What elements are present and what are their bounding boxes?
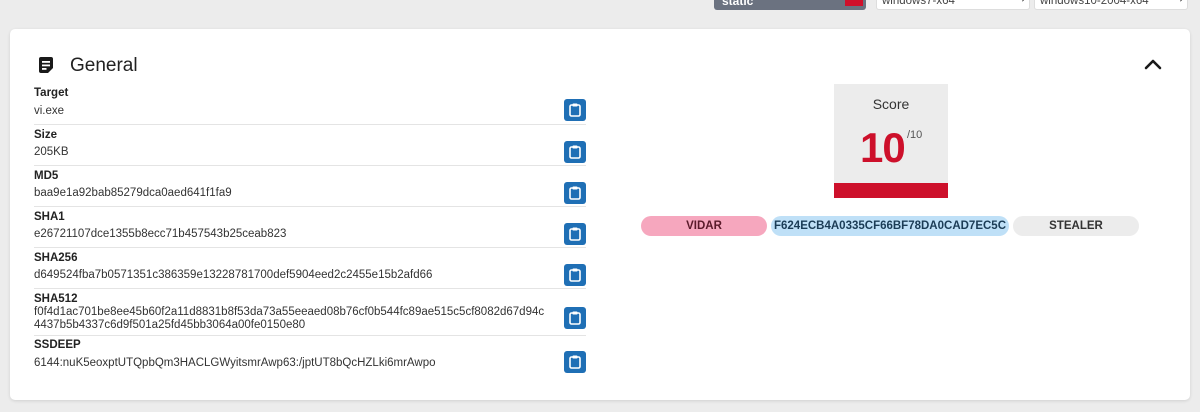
tab-vm1-icon: ⇆ xyxy=(1017,0,1025,6)
general-card: General Target vi.exe Size 205KB MD5 baa… xyxy=(10,29,1190,400)
score-panel: Score 10 /10 xyxy=(834,84,948,198)
field-value: d649524fba7b0571351c386359e13228781700de… xyxy=(34,269,433,281)
score-max: /10 xyxy=(907,129,923,141)
copy-button[interactable] xyxy=(564,264,586,286)
chevron-up-icon[interactable] xyxy=(1144,57,1162,71)
card-title: General xyxy=(70,55,138,76)
tab-vm2-icon: ⇆ xyxy=(1175,0,1183,6)
tag-family-vidar[interactable]: VIDAR xyxy=(641,216,767,236)
field-ssdeep: SSDEEP 6144:nuK5eoxptUTQpbQm3HACLGWyitsm… xyxy=(34,336,586,378)
tab-windows7-x64[interactable]: windows7-x64 ⇆ xyxy=(876,0,1030,10)
copy-button[interactable] xyxy=(564,307,586,329)
field-value: 6144:nuK5eoxptUTQpbQm3HACLGWyitsmrAwp63:… xyxy=(34,357,436,369)
document-icon xyxy=(39,57,53,73)
tag-stealer[interactable]: STEALER xyxy=(1013,216,1139,236)
clipboard-icon xyxy=(569,355,581,369)
field-label: Target xyxy=(34,87,69,99)
field-value: vi.exe xyxy=(34,105,65,117)
clipboard-icon xyxy=(569,145,581,159)
field-size: Size 205KB xyxy=(34,125,586,166)
file-info-list: Target vi.exe Size 205KB MD5 baa9e1a92ba… xyxy=(34,84,586,378)
field-value: baa9e1a92bab85279dca0aed641f1fa9 xyxy=(34,187,232,199)
copy-button[interactable] xyxy=(564,351,586,373)
clipboard-icon xyxy=(569,268,581,282)
field-value-line2: 4437b5b4337c6d9f501a25fd45bb3064a00fe015… xyxy=(34,319,306,331)
field-value: e26721107dce1355b8ecc71b457543b25ceab823 xyxy=(34,228,287,240)
score-value: 10 xyxy=(860,124,906,171)
clipboard-icon xyxy=(569,227,581,241)
score-severity-bar xyxy=(834,183,948,198)
copy-button[interactable] xyxy=(564,141,586,163)
copy-button[interactable] xyxy=(564,182,586,204)
field-value-line1: f0f4d1ac701be8ee45b60f2a11d8831b8f53da73… xyxy=(34,306,545,318)
field-label: MD5 xyxy=(34,170,59,182)
tab-static-label: static xyxy=(722,0,754,8)
field-target: Target vi.exe xyxy=(34,84,586,125)
clipboard-icon xyxy=(569,103,581,117)
copy-button[interactable] xyxy=(564,223,586,245)
field-label: SHA256 xyxy=(34,252,78,264)
field-sha1: SHA1 e26721107dce1355b8ecc71b457543b25ce… xyxy=(34,207,586,248)
field-md5: MD5 baa9e1a92bab85279dca0aed641f1fa9 xyxy=(34,166,586,207)
field-label: SHA1 xyxy=(34,211,65,223)
field-value: 205KB xyxy=(34,146,69,158)
analysis-tab-strip: static windows7-x64 ⇆ windows10-2004-x64… xyxy=(0,0,1200,12)
score-label: Score xyxy=(872,96,910,112)
field-label: SSDEEP xyxy=(34,339,81,351)
tab-windows10-2004-x64[interactable]: windows10-2004-x64 ⇆ xyxy=(1034,0,1188,10)
clipboard-icon xyxy=(569,186,581,200)
field-sha512: SHA512 f0f4d1ac701be8ee45b60f2a11d8831b8… xyxy=(34,289,586,336)
clipboard-icon xyxy=(569,311,581,325)
field-sha256: SHA256 d649524fba7b0571351c386359e132287… xyxy=(34,248,586,289)
card-header: General xyxy=(36,54,138,78)
tab-vm2-label: windows10-2004-x64 xyxy=(1040,0,1149,7)
tab-static[interactable]: static xyxy=(714,0,866,10)
tab-vm1-label: windows7-x64 xyxy=(882,0,955,7)
static-status-indicator xyxy=(845,0,863,6)
field-label: Size xyxy=(34,129,58,141)
copy-button[interactable] xyxy=(564,99,586,121)
field-label: SHA512 xyxy=(34,293,78,305)
tag-hash[interactable]: F624ECB4A0335CF66BF78DA0CAD7EC5C xyxy=(771,216,1009,236)
